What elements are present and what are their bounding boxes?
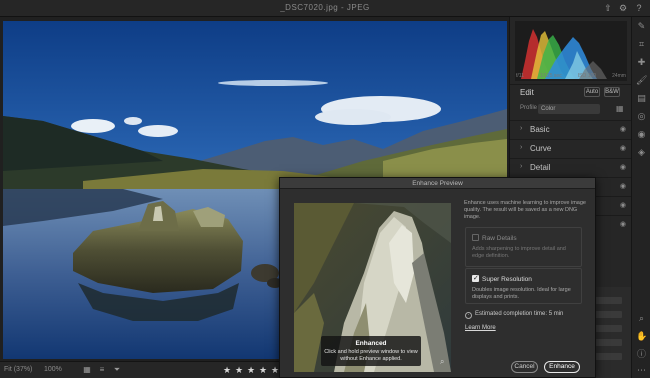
chevron-right-icon: › [520, 144, 523, 151]
star-icon[interactable]: ★ [246, 364, 256, 376]
section-basic[interactable]: › Basic ◉ [510, 120, 632, 138]
section-label: Curve [530, 144, 552, 153]
eye-icon[interactable]: ◉ [620, 201, 626, 209]
crop-icon[interactable]: ⌗ [636, 39, 647, 50]
aperture-value: f/11 [516, 73, 524, 79]
healing-icon[interactable]: ✚ [636, 57, 647, 68]
slider-value[interactable] [594, 311, 622, 318]
help-icon[interactable]: ? [634, 3, 644, 13]
estimated-time-text: Estimated completion time: 5 min [475, 311, 564, 317]
profile-row: Profile Color ▦ [510, 103, 632, 117]
hand-icon[interactable]: ✋ [636, 331, 647, 342]
radial-icon[interactable]: ◎ [636, 111, 647, 122]
enhance-preview-dialog: Enhance Preview Enhanced Click and hold … [279, 177, 596, 378]
title-bar: _DSC7020.jpg - JPEG ⇧ ⚙ ? [0, 0, 650, 17]
eye-icon[interactable]: ◉ [620, 144, 626, 152]
star-icon[interactable]: ★ [222, 364, 232, 376]
filter-icon[interactable]: ⏷ [112, 365, 122, 375]
clock-icon: · [465, 312, 472, 319]
chevron-right-icon: › [520, 163, 523, 170]
star-rating[interactable]: ★ ★ ★ ★ ★ [222, 364, 280, 376]
iso-value: ISO 100 [577, 73, 597, 79]
dialog-description: Enhance uses machine learning to improve… [464, 200, 586, 220]
star-icon[interactable]: ★ [234, 364, 244, 376]
zoom-level-dropdown[interactable]: 100% [44, 366, 62, 373]
focal-length-value: 24mm [612, 73, 626, 79]
tool-strip: ✎ ⌗ ✚ 🖌 ▤ ◎ ◉ ◈ ⌕ ✋ ⓘ ⋯ [631, 17, 650, 378]
super-resolution-label: Super Resolution [482, 276, 532, 283]
overlay-hint: Click and hold preview window to view wi… [324, 349, 418, 362]
star-icon[interactable]: ★ [258, 364, 268, 376]
edit-sliders-icon[interactable]: ✎ [636, 21, 647, 32]
slider-value[interactable] [594, 339, 622, 346]
cancel-button[interactable]: Cancel [511, 361, 538, 373]
slider-value[interactable] [594, 325, 622, 332]
raw-details-checkbox[interactable] [472, 234, 479, 241]
redeye-icon[interactable]: ◉ [636, 129, 647, 140]
raw-details-option[interactable]: Raw Details Adds sharpening to improve d… [465, 227, 582, 267]
fit-zoom-label[interactable]: Fit (37%) [4, 366, 32, 373]
raw-details-label: Raw Details [482, 235, 517, 242]
enhanced-overlay: Enhanced Click and hold preview window t… [321, 336, 421, 366]
share-icon[interactable]: ⇧ [603, 3, 613, 13]
shutter-value: 1/125 sec [539, 73, 562, 79]
settings-icon[interactable]: ⚙ [618, 3, 628, 13]
sort-icon[interactable]: ≡ [97, 365, 107, 375]
estimated-time: · Estimated completion time: 5 min [465, 311, 563, 319]
learn-more-link[interactable]: Learn More [465, 325, 496, 331]
window-title: _DSC7020.jpg - JPEG [280, 3, 370, 12]
profile-select[interactable]: Color [538, 104, 600, 114]
eye-icon[interactable]: ◉ [620, 220, 626, 228]
edit-label: Edit [520, 88, 534, 97]
presets-icon[interactable]: ◈ [636, 147, 647, 158]
eye-icon[interactable]: ◉ [620, 182, 626, 190]
section-label: Basic [530, 125, 550, 134]
zoom-icon[interactable]: ⌕ [636, 313, 647, 324]
chevron-right-icon: › [520, 125, 523, 132]
histogram-exif: f/11 1/125 sec ISO 100 24mm [516, 73, 626, 79]
slider-value[interactable] [594, 297, 622, 304]
super-resolution-description: Doubles image resolution. Ideal for larg… [472, 287, 571, 300]
profile-label: Profile [520, 105, 538, 111]
section-curve[interactable]: › Curve ◉ [510, 139, 632, 157]
raw-details-description: Adds sharpening to improve detail and ed… [472, 246, 566, 259]
auto-button[interactable]: Auto [584, 87, 600, 97]
more-icon[interactable]: ⋯ [636, 365, 647, 376]
enhance-button[interactable]: Enhance [544, 361, 580, 373]
slider-value[interactable] [594, 353, 622, 360]
gradient-icon[interactable]: ▤ [636, 93, 647, 104]
section-label: Detail [530, 163, 551, 172]
section-detail[interactable]: › Detail ◉ [510, 158, 632, 176]
brush-icon[interactable]: 🖌 [636, 75, 647, 86]
bw-button[interactable]: B&W [604, 87, 620, 97]
profile-browser-icon[interactable]: ▦ [616, 104, 624, 113]
eye-icon[interactable]: ◉ [620, 125, 626, 133]
eye-icon[interactable]: ◉ [620, 163, 626, 171]
super-resolution-option[interactable]: Super Resolution Doubles image resolutio… [465, 268, 582, 304]
overlay-title: Enhanced [355, 340, 387, 347]
edit-header: Edit Auto B&W [510, 84, 632, 100]
grid-view-icon[interactable]: ▦ [82, 365, 92, 375]
enhance-preview-image[interactable]: Enhanced Click and hold preview window t… [294, 203, 451, 372]
dialog-title: Enhance Preview [280, 178, 595, 189]
zoom-preview-icon[interactable]: ⌕ [440, 357, 449, 366]
app-window: _DSC7020.jpg - JPEG ⇧ ⚙ ? Fit (37%) 100%… [0, 0, 650, 378]
histogram [515, 21, 627, 81]
info-icon[interactable]: ⓘ [636, 349, 647, 360]
super-resolution-checkbox[interactable] [472, 274, 479, 282]
